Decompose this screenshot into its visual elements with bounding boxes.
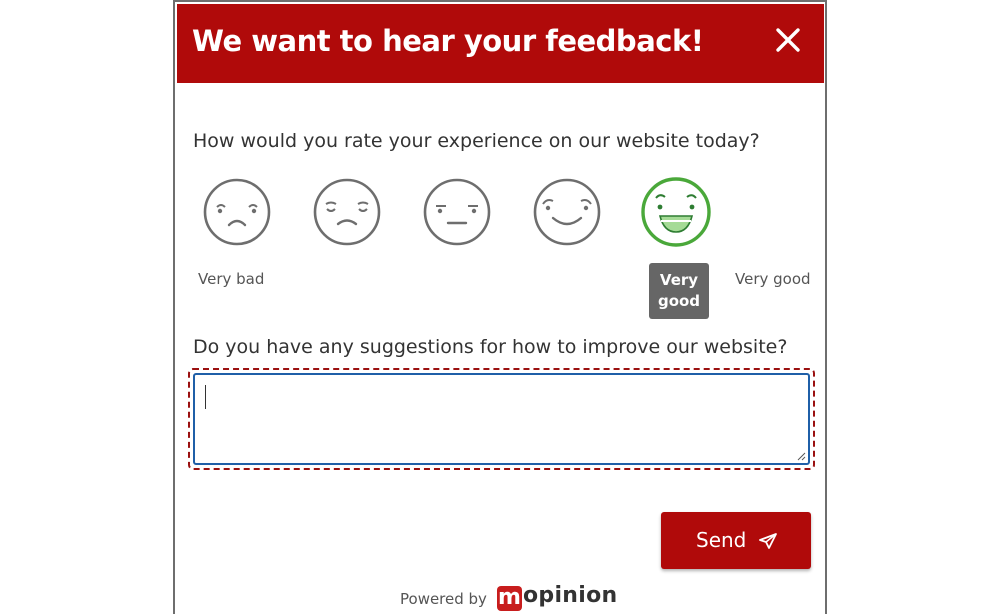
- powered-by-text: Powered by: [400, 590, 487, 608]
- neutral-face-icon: [423, 178, 491, 246]
- text-caret: [205, 385, 206, 409]
- suggestions-focus-outline: [188, 368, 815, 470]
- resize-handle-icon[interactable]: [796, 451, 806, 461]
- feedback-dialog: We want to hear your feedback! How would…: [173, 0, 827, 614]
- very-good-face-icon: [641, 177, 711, 247]
- suggestions-question: Do you have any suggestions for how to i…: [193, 336, 788, 358]
- tooltip-line-2: good: [657, 292, 701, 310]
- rating-option-good[interactable]: [529, 174, 605, 250]
- rating-option-neutral[interactable]: [419, 174, 495, 250]
- close-button[interactable]: [774, 24, 802, 56]
- dialog-title: We want to hear your feedback!: [192, 24, 704, 58]
- tooltip-line-1: Very: [659, 271, 699, 289]
- rating-tooltip: Very good: [649, 263, 709, 319]
- send-button[interactable]: Send: [661, 512, 811, 569]
- bad-face-icon: [313, 178, 381, 246]
- logo-text: opinion: [523, 583, 618, 608]
- rating-option-bad[interactable]: [309, 174, 385, 250]
- dialog-header: We want to hear your feedback!: [177, 4, 824, 83]
- suggestions-textarea[interactable]: [193, 373, 810, 465]
- rating-label-low: Very bad: [198, 270, 265, 288]
- very-bad-face-icon: [203, 178, 271, 246]
- rating-option-very-good[interactable]: [638, 174, 714, 250]
- rating-option-very-bad[interactable]: [199, 174, 275, 250]
- send-icon: [759, 533, 777, 549]
- logo-letter: m: [497, 585, 522, 611]
- rating-question: How would you rate your experience on ou…: [193, 130, 760, 152]
- send-button-label: Send: [696, 528, 747, 552]
- rating-label-high: Very good: [735, 270, 811, 288]
- good-face-icon: [533, 178, 601, 246]
- close-icon: [776, 28, 800, 52]
